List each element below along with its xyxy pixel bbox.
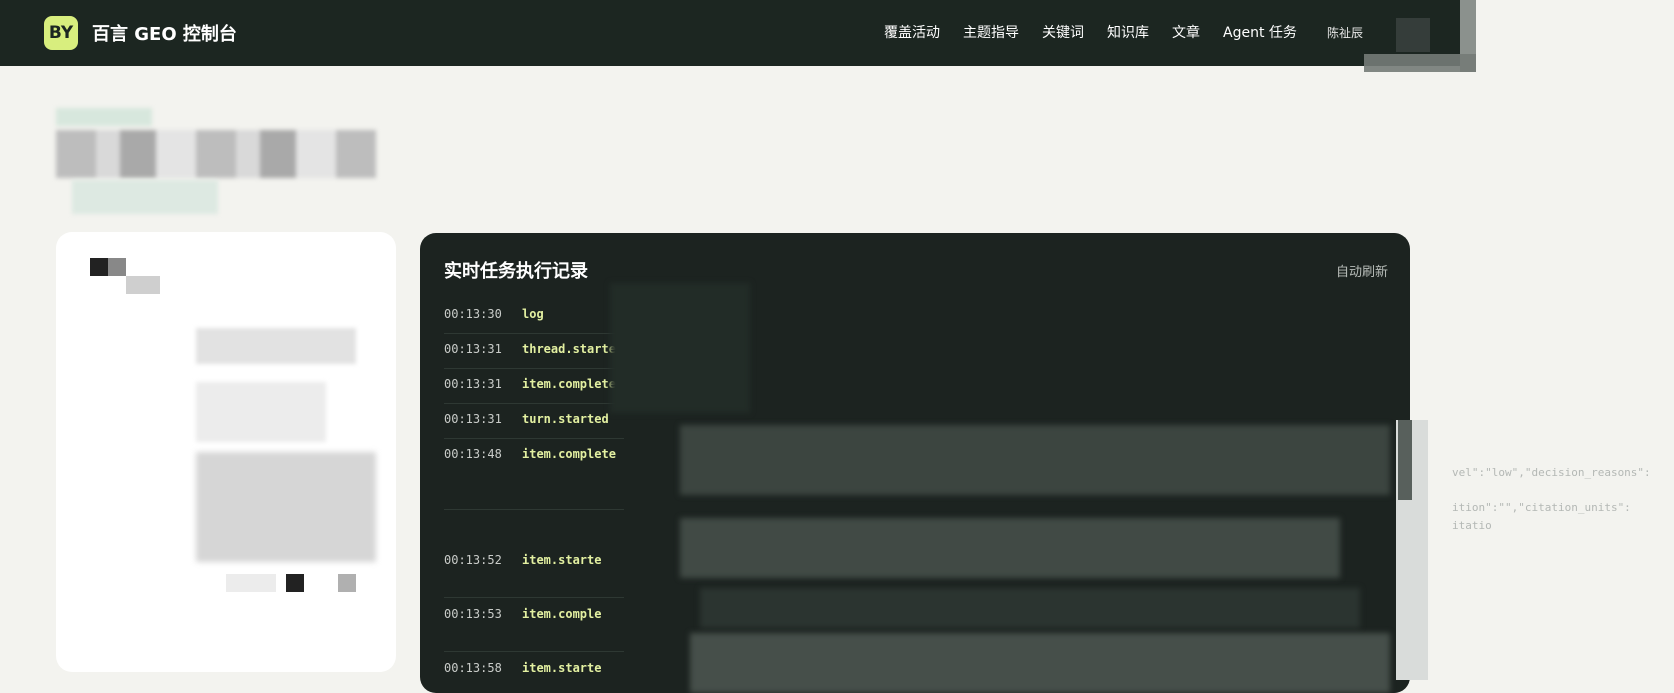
log-time: 00:13:31	[444, 342, 502, 356]
task-info-card	[56, 232, 396, 672]
app-title: 百言 GEO 控制台	[92, 24, 237, 45]
log-row[interactable]: 00:13:53 item.comple	[444, 599, 624, 652]
blurred-icon	[286, 574, 304, 592]
log-time: 00:13:31	[444, 377, 502, 391]
blurred-log-detail	[610, 283, 750, 413]
blurred-page-title	[56, 130, 376, 178]
log-event: thread.started	[522, 342, 624, 356]
nav-item-articles[interactable]: 文章	[1172, 22, 1200, 42]
log-row[interactable]: 00:13:31 thread.started	[444, 334, 624, 369]
panel-title: 实时任务执行记录	[444, 261, 588, 282]
log-time: 00:13:31	[444, 412, 502, 426]
log-event: log	[522, 307, 544, 321]
top-nav-bar: BY 百言 GEO 控制台 覆盖活动 主题指导 关键词 知识库 文章 Agent…	[0, 0, 1476, 66]
log-time: 00:13:58	[444, 661, 502, 675]
task-log-panel: 实时任务执行记录 自动刷新 00:13:30 log 00:13:31 thre…	[420, 233, 1410, 693]
blurred-icon-part	[126, 276, 160, 294]
log-event: item.starte	[522, 553, 602, 567]
nav-item-agent-tasks[interactable]: Agent 任务	[1223, 22, 1297, 42]
nav-item-campaigns[interactable]: 覆盖活动	[884, 22, 940, 42]
blurred-text	[196, 382, 326, 442]
blurred-icon-part	[108, 258, 126, 276]
log-row[interactable]: 00:13:48 item.complete	[444, 439, 624, 510]
overlay-shadow	[1364, 54, 1476, 72]
log-row[interactable]: 00:13:31 turn.started	[444, 404, 624, 439]
log-event: turn.started	[522, 412, 609, 426]
blurred-log-detail	[700, 588, 1360, 628]
log-time: 00:13:52	[444, 553, 502, 567]
log-time: 00:13:48	[444, 447, 502, 461]
blurred-content	[196, 452, 376, 562]
log-row[interactable]: 00:13:31 item.completed	[444, 369, 624, 404]
overflow-text: ition":"","citation_units":	[1452, 501, 1631, 514]
blurred-log-detail	[690, 633, 1390, 693]
log-event: item.comple	[522, 607, 602, 621]
auto-refresh-toggle[interactable]: 自动刷新	[1336, 261, 1388, 280]
log-event: item.complete	[522, 447, 616, 461]
log-scrollbar-thumb[interactable]	[1398, 420, 1412, 500]
nav-item-keywords[interactable]: 关键词	[1042, 22, 1084, 42]
overflow-text: itatio	[1452, 519, 1492, 532]
blurred-log-detail	[680, 425, 1390, 495]
blurred-page-subtitle	[72, 180, 218, 214]
log-row[interactable]: 00:13:52 item.starte	[444, 545, 624, 598]
blurred-log-detail	[680, 518, 1340, 578]
blurred-icon	[90, 258, 108, 276]
user-avatar[interactable]	[1396, 18, 1430, 52]
blurred-breadcrumb	[56, 108, 152, 126]
blurred-text	[196, 328, 356, 364]
log-time: 00:13:53	[444, 607, 502, 621]
overflow-text: vel":"low","decision_reasons":	[1452, 466, 1651, 479]
brand-logo[interactable]: BY	[44, 16, 78, 50]
log-event: item.starte	[522, 661, 602, 675]
log-time: 00:13:30	[444, 307, 502, 321]
log-row[interactable]: 00:13:58 item.starte	[444, 653, 624, 693]
nav-item-knowledge-base[interactable]: 知识库	[1107, 22, 1149, 42]
blurred-icon	[338, 574, 356, 592]
log-row[interactable]: 00:13:30 log	[444, 299, 624, 334]
blurred-text	[226, 574, 276, 592]
main-nav: 覆盖活动 主题指导 关键词 知识库 文章 Agent 任务	[884, 22, 1297, 42]
nav-item-topic-guidance[interactable]: 主题指导	[963, 22, 1019, 42]
user-name[interactable]: 陈祉辰	[1327, 24, 1363, 41]
log-event: item.completed	[522, 377, 624, 391]
